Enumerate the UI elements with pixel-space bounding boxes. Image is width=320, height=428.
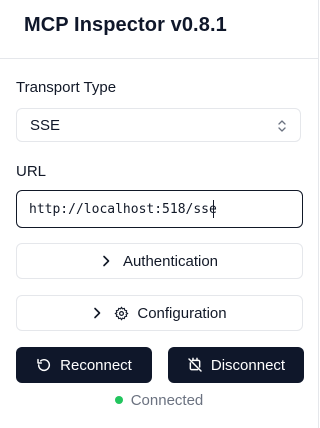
authentication-button[interactable]: Authentication bbox=[16, 243, 303, 279]
reconnect-button[interactable]: Reconnect bbox=[16, 347, 152, 383]
unplug-icon bbox=[188, 357, 202, 372]
connection-status: Connected bbox=[0, 392, 318, 409]
url-label: URL bbox=[16, 163, 47, 180]
disconnect-label: Disconnect bbox=[210, 356, 286, 374]
status-dot-icon bbox=[114, 396, 123, 404]
status-text: Connected bbox=[130, 392, 204, 409]
chevron-right-icon bbox=[103, 255, 110, 267]
authentication-label: Authentication bbox=[122, 252, 219, 270]
configuration-button[interactable]: Configuration bbox=[16, 295, 303, 331]
chevron-right-icon bbox=[94, 307, 101, 319]
app-title: MCP Inspector v0.8.1 bbox=[24, 14, 227, 36]
gear-icon bbox=[115, 306, 129, 320]
disconnect-button[interactable]: Disconnect bbox=[168, 347, 304, 383]
chevron-up-down-icon bbox=[278, 120, 286, 132]
text-cursor bbox=[213, 200, 214, 218]
reconnect-label: Reconnect bbox=[60, 356, 132, 374]
url-input[interactable] bbox=[16, 190, 303, 228]
configuration-label: Configuration bbox=[137, 304, 227, 322]
transport-type-label: Transport Type bbox=[16, 79, 117, 96]
rotate-ccw-icon bbox=[37, 358, 51, 372]
sidebar-header: MCP Inspector v0.8.1 bbox=[0, 0, 319, 59]
transport-type-value: SSE bbox=[30, 117, 61, 134]
transport-type-select[interactable]: SSE bbox=[16, 108, 301, 142]
sidebar-divider bbox=[318, 58, 319, 428]
